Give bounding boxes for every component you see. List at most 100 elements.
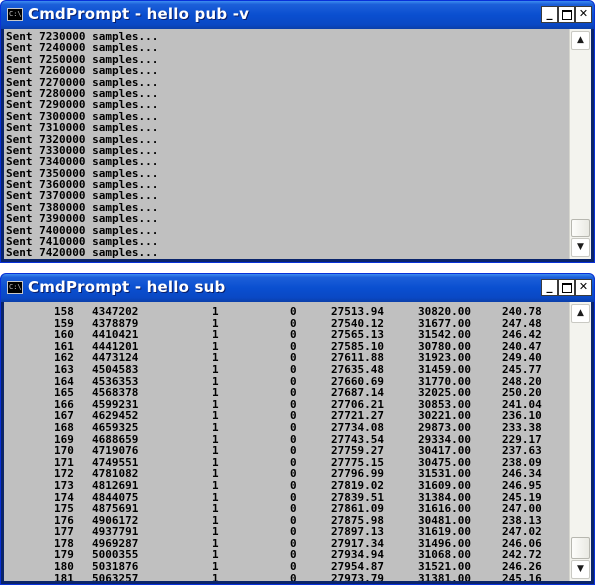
scroll-up-button[interactable]: ▲ [571,304,590,323]
cell-seq: 175 [54,502,74,516]
cell-rate-avg: 27954.87 [331,560,384,574]
cell-count: 5031876 [92,560,139,574]
cell-throughput: 233.38 [502,420,542,434]
cell-throughput: 245.16 [502,571,542,581]
cell-seq: 165 [54,386,74,400]
cell-col-a: 1 [212,444,219,458]
console-line: Sent 7340000 samples... [6,155,159,169]
cell-rate-now: 32025.00 [418,386,471,400]
close-button[interactable]: ✕ [575,279,592,296]
console-row: 175 4875691 1 0 27861.09 31616.00 247.00 [6,503,569,515]
cell-rate-now: 29873.00 [418,420,471,434]
console-row: 178 4969287 1 0 27917.34 31496.00 246.06 [6,538,569,550]
cell-seq: 168 [54,420,74,434]
console-row: 177 4937791 1 0 27897.13 31619.00 247.02 [6,526,569,538]
cell-rate-now: 31609.00 [418,478,471,492]
cell-count: 4719076 [92,444,139,458]
maximize-button[interactable] [558,6,575,23]
console-row: 179 5000355 1 0 27934.94 31068.00 242.72 [6,549,569,561]
cell-throughput: 250.20 [502,386,542,400]
cmd-icon[interactable]: C:\ [7,8,23,21]
cell-col-b: 0 [290,571,297,581]
cell-rate-avg: 27973.79 [331,571,384,581]
cell-rate-now: 31616.00 [418,502,471,516]
console-row: 169 4688659 1 0 27743.54 29334.00 229.17 [6,433,569,446]
cell-count: 4659325 [92,420,139,434]
console-client-area: 158 4347202 1 0 27513.94 30820.00 240.78 159 437… [4,302,591,581]
scroll-down-button[interactable]: ▼ [571,238,590,257]
console-row: 181 5063257 1 0 27973.79 31381.00 245.16 [6,573,569,581]
cell-count: 4347202 [92,305,139,318]
scroll-down-button[interactable]: ▼ [571,560,590,579]
cell-count: 4812691 [92,478,139,492]
cell-col-a: 1 [212,386,219,400]
cell-rate-avg: 27861.09 [331,502,384,516]
console-row: 170 4719076 1 0 27759.27 30417.00 237.63 [6,445,569,457]
console-row: 164 4536353 1 0 27660.69 31770.00 248.20 [6,375,569,388]
cell-col-b: 0 [290,478,297,492]
cell-seq: 173 [54,478,74,492]
cell-rate-now: 31521.00 [418,560,471,574]
cell-rate-now: 30820.00 [418,305,471,318]
cell-col-b: 0 [290,305,297,318]
console-row: 166 4599231 1 0 27706.21 30853.00 241.04 [6,399,569,411]
console-row: 180 5031876 1 0 27954.87 31521.00 246.26 [6,561,569,573]
cell-col-b: 0 [290,502,297,516]
cell-rate-now: 30417.00 [418,444,471,458]
cell-rate-avg: 27734.08 [331,420,384,434]
cell-col-a: 1 [212,478,219,492]
vertical-scrollbar[interactable]: ▲ ▼ [569,29,591,259]
close-button[interactable]: ✕ [575,6,592,23]
console-output[interactable]: Sent 7230000 samples... Sent 7240000 samp… [4,29,569,259]
cell-seq: 170 [54,444,74,458]
scroll-thumb[interactable] [571,219,590,237]
console-row: 163 4504583 1 0 27635.48 31459.00 245.77 [6,364,569,376]
cell-col-a: 1 [212,571,219,581]
cell-throughput: 240.78 [502,305,542,318]
cell-count: 4568378 [92,386,139,400]
scroll-up-button[interactable]: ▲ [571,31,590,50]
console-client-area: Sent 7230000 samples... Sent 7240000 samp… [4,29,591,259]
title-bar[interactable]: C:\ CmdPrompt - hello pub -v _ ✕ [1,1,594,29]
cell-throughput: 245.77 [502,362,542,376]
cell-seq: 163 [54,362,74,376]
cell-throughput: 246.26 [502,560,542,574]
console-output[interactable]: 158 4347202 1 0 27513.94 30820.00 240.78 159 437… [4,302,569,581]
pub-console-window[interactable]: C:\ CmdPrompt - hello pub -v _ ✕ Sent 72… [0,0,595,263]
scroll-thumb[interactable] [571,537,590,559]
cell-col-a: 1 [212,502,219,516]
cell-seq: 158 [54,305,74,318]
cell-throughput: 247.00 [502,502,542,516]
title-bar[interactable]: C:\ CmdPrompt - hello sub _ ✕ [1,274,594,302]
cell-col-a: 1 [212,305,219,318]
minimize-button[interactable]: _ [541,6,558,23]
cell-rate-now: 31459.00 [418,362,471,376]
cell-count: 4504583 [92,362,139,376]
cell-seq: 181 [54,571,74,581]
sub-console-window[interactable]: C:\ CmdPrompt - hello sub _ ✕ 158 4347202… [0,273,595,585]
console-row: 174 4844075 1 0 27839.51 31384.00 245.19 [6,491,569,504]
minimize-button[interactable]: _ [541,279,558,296]
cell-col-a: 1 [212,560,219,574]
console-line: Sent 7390000 samples... [6,212,159,226]
cell-seq: 180 [54,560,74,574]
console-row: 171 4749551 1 0 27775.15 30475.00 238.09 [6,457,569,469]
window-title: CmdPrompt - hello pub -v [28,5,250,23]
cell-col-b: 0 [290,560,297,574]
cell-rate-avg: 27687.14 [331,386,384,400]
console-row: 161 4441201 1 0 27585.10 30780.00 240.47 [6,341,569,353]
console-row: 162 4473124 1 0 27611.88 31923.00 249.40 [6,352,569,364]
cell-col-b: 0 [290,386,297,400]
console-row: 172 4781082 1 0 27796.99 31531.00 246.34 [6,468,569,480]
cmd-icon[interactable]: C:\ [7,281,23,294]
console-row: 176 4906172 1 0 27875.98 30481.00 238.13 [6,515,569,527]
window-title: CmdPrompt - hello sub [28,278,226,296]
cell-rate-avg: 27635.48 [331,362,384,376]
cell-col-a: 1 [212,362,219,376]
cell-col-b: 0 [290,362,297,376]
cell-col-b: 0 [290,420,297,434]
console-row: 167 4629452 1 0 27721.27 30221.00 236.10 [6,410,569,422]
maximize-button[interactable] [558,279,575,296]
console-row: 165 4568378 1 0 27687.14 32025.00 250.20 [6,387,569,399]
vertical-scrollbar[interactable]: ▲ ▼ [569,302,591,581]
